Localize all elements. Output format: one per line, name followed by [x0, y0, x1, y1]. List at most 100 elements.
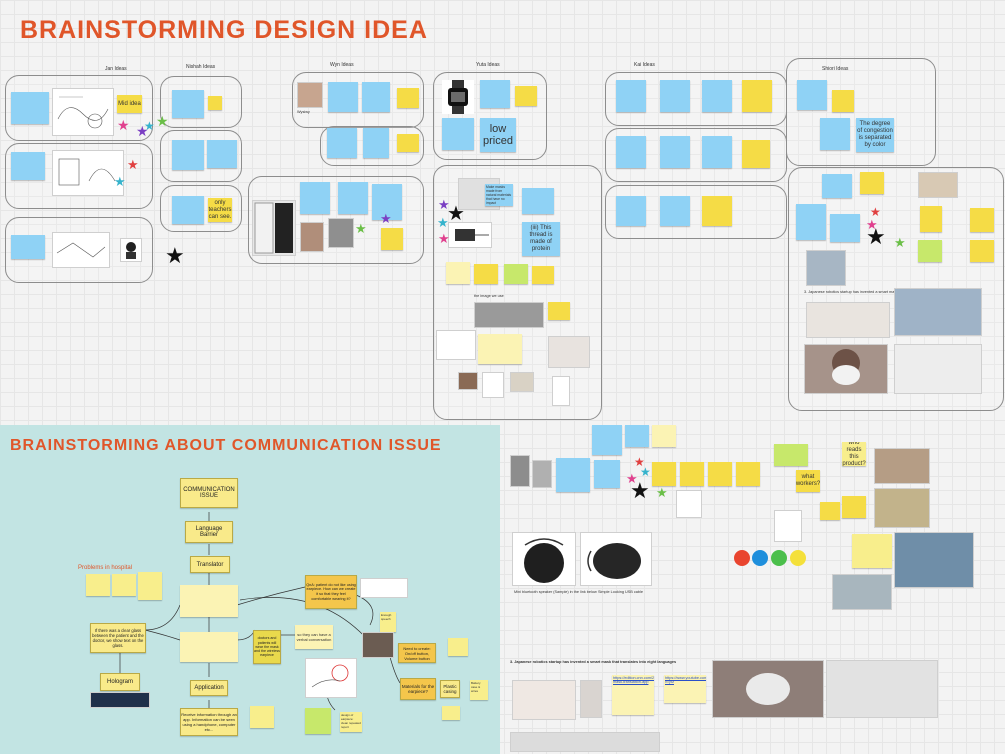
shiori-photo-2[interactable]: [806, 250, 846, 286]
shiori-note-6[interactable]: [796, 204, 826, 240]
yuta-news-image[interactable]: [474, 302, 544, 328]
star-icon[interactable]: ★: [894, 236, 906, 249]
lr-note-9[interactable]: [736, 462, 760, 486]
color-dot-yellow[interactable]: [790, 550, 806, 566]
star-icon[interactable]: ★: [165, 245, 185, 267]
speaker-photo-left[interactable]: [512, 532, 576, 586]
kai-note-9[interactable]: [616, 196, 646, 226]
lr-photo-1[interactable]: [510, 455, 530, 487]
lr-photo-4[interactable]: [874, 488, 930, 528]
lr-person-mask-photo[interactable]: [712, 660, 824, 718]
yuta-note-5[interactable]: [446, 262, 470, 284]
wyn-note-2[interactable]: [362, 82, 390, 112]
wyn-note-8[interactable]: [338, 182, 368, 214]
lr-note-1[interactable]: [592, 425, 622, 455]
lr-note-7[interactable]: [680, 462, 704, 486]
yuta-note-1[interactable]: [480, 80, 510, 108]
comm-note-5[interactable]: [305, 708, 331, 734]
kai-note-10[interactable]: [660, 196, 690, 226]
star-icon[interactable]: ★: [870, 206, 881, 218]
jan-note-mid[interactable]: Mid idea: [117, 95, 142, 113]
lr-mask-white-photo[interactable]: [826, 660, 938, 718]
lr-note-4[interactable]: [556, 458, 590, 492]
comm-note-4[interactable]: [448, 638, 468, 656]
shiori-note-5[interactable]: [860, 172, 884, 194]
comm-note-2[interactable]: [112, 574, 136, 596]
what-workers-note[interactable]: what workers?: [796, 470, 820, 492]
kai-note-5[interactable]: [616, 136, 646, 168]
wyn-note-7[interactable]: [300, 182, 330, 214]
shiori-note-9[interactable]: [970, 208, 994, 232]
shiori-photo-1[interactable]: [918, 172, 958, 198]
star-icon[interactable]: ★: [447, 204, 465, 224]
kai-note-6[interactable]: [660, 136, 690, 168]
verbal-conversation-note[interactable]: so they can have a verbal conversation: [295, 625, 333, 649]
star-icon[interactable]: ★: [114, 175, 126, 188]
lr-photo-2[interactable]: [532, 460, 552, 488]
language-barrier-node[interactable]: Language Barrier: [185, 521, 233, 543]
jan-sketch-3[interactable]: [52, 232, 110, 268]
hologram-node[interactable]: Hologram: [100, 673, 140, 691]
shiori-note-7[interactable]: [830, 214, 860, 242]
who-reads-note[interactable]: who reads this product?: [842, 442, 866, 466]
lr-mask-outline[interactable]: [774, 510, 802, 542]
yuta-note-4[interactable]: [522, 188, 554, 214]
nishah-note-1[interactable]: [172, 90, 204, 118]
enough-speech-note[interactable]: Enough speech: [380, 612, 396, 632]
star-icon[interactable]: ★: [156, 114, 169, 128]
star-icon[interactable]: ★: [640, 466, 651, 478]
star-icon[interactable]: ★: [117, 118, 130, 132]
doctors-wear-node[interactable]: doctors and patients will wear the mask …: [253, 630, 281, 664]
kai-note-2[interactable]: [660, 80, 690, 112]
comm-note-7[interactable]: [442, 706, 460, 720]
lr-note-13[interactable]: [852, 534, 892, 568]
star-icon[interactable]: ★: [380, 212, 392, 225]
shiori-note-3[interactable]: [820, 118, 850, 150]
plastic-casing-node[interactable]: Plastic casing: [440, 680, 460, 698]
lr-article-thumb[interactable]: [580, 680, 602, 718]
jan-note-1[interactable]: [11, 92, 49, 124]
wyn-note-4[interactable]: [327, 128, 357, 158]
shiori-mask-white[interactable]: [894, 344, 982, 394]
yuta-note-3[interactable]: [442, 118, 474, 150]
translator-node[interactable]: Translator: [190, 556, 230, 573]
nishah-note-teachers[interactable]: only teachers can see.: [208, 198, 232, 222]
star-icon[interactable]: ★: [630, 480, 650, 502]
star-icon[interactable]: ★: [438, 232, 450, 245]
wyn-note-1[interactable]: [328, 82, 358, 112]
lr-note-10[interactable]: [774, 444, 808, 466]
wyn-photo-2[interactable]: [300, 222, 324, 252]
shiori-note-2[interactable]: [832, 90, 854, 112]
shiori-note-1[interactable]: [797, 80, 827, 110]
receive-info-node[interactable]: Receive information through an app. Info…: [180, 708, 238, 736]
wyn-note-5[interactable]: [363, 128, 389, 158]
yuta-article-3[interactable]: [552, 376, 570, 406]
yuta-note-9[interactable]: [548, 302, 570, 320]
color-dot-red[interactable]: [734, 550, 750, 566]
lr-mask-product[interactable]: [512, 680, 576, 720]
lr-link-note-1[interactable]: https://edition.cnn.com/2020/08/05/tech/…: [612, 675, 654, 715]
star-icon[interactable]: ★: [656, 486, 668, 499]
jan-sketch-2[interactable]: [52, 150, 124, 196]
nishah-note-2[interactable]: [208, 96, 222, 110]
nishah-note-5[interactable]: [172, 196, 204, 224]
glass-idea-node[interactable]: If there was a clear glass between the p…: [90, 623, 146, 653]
kai-note-11[interactable]: [702, 196, 732, 226]
comm-note-translator-detail[interactable]: [180, 585, 238, 617]
lr-hospital-photo[interactable]: [894, 532, 974, 588]
wyn-photo-3[interactable]: [328, 218, 354, 248]
color-dot-green[interactable]: [771, 550, 787, 566]
yuta-article-1[interactable]: [436, 330, 476, 360]
comm-note-translator-detail-2[interactable]: [180, 632, 238, 662]
whiteboard-canvas[interactable]: { "board": { "title_top": "BRAINSTORMING…: [0, 0, 1005, 754]
yuta-watch-image[interactable]: [442, 80, 474, 114]
materials-node[interactable]: Materials for the earpiece?: [400, 678, 436, 700]
qna-node[interactable]: QnA: patient do not like using earpiece.…: [305, 575, 357, 609]
shiori-note-8[interactable]: [920, 206, 942, 232]
earpiece-person-photo[interactable]: [362, 632, 394, 658]
comm-note-6[interactable]: [250, 706, 274, 728]
link-1[interactable]: https://edition.cnn.com/2020/08/05/tech/…: [613, 676, 654, 684]
communication-issue-node[interactable]: COMMUNICATION ISSUE: [180, 478, 238, 508]
link-2[interactable]: https://www.youtube.com/watch?v=j9z: [665, 676, 706, 684]
wyn-photo-person[interactable]: [297, 82, 323, 108]
